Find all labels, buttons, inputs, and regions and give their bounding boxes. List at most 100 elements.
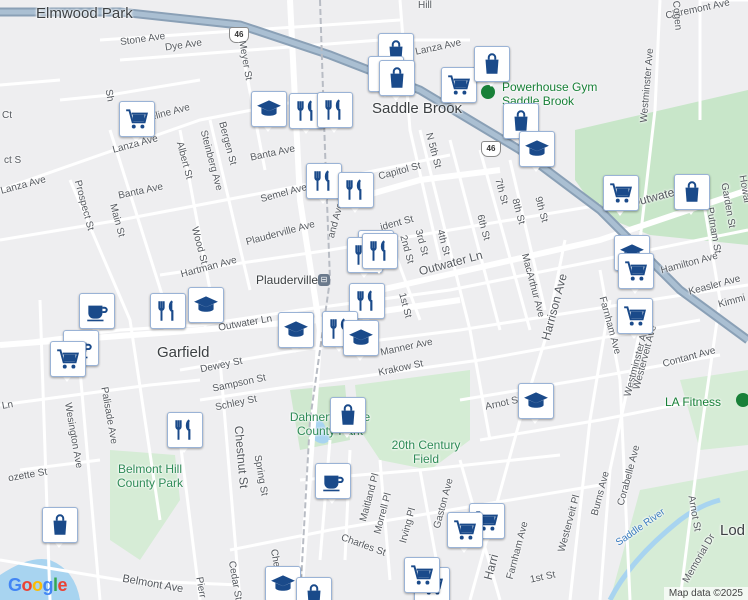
fork-knife-icon bbox=[155, 298, 181, 324]
pin-frame bbox=[50, 341, 86, 377]
shopping-bag-icon bbox=[335, 402, 361, 428]
fork-knife-icon bbox=[367, 238, 393, 264]
poi-pin-school[interactable] bbox=[188, 287, 224, 331]
poi-pin-shopping[interactable] bbox=[379, 60, 415, 104]
poi-pin-restaurant[interactable] bbox=[150, 293, 186, 337]
logo-text: Google bbox=[8, 575, 68, 595]
poi-pin-school[interactable] bbox=[519, 131, 555, 175]
graduation-cap-icon bbox=[283, 317, 309, 343]
poi-pin-restaurant[interactable] bbox=[317, 92, 353, 136]
pin-frame bbox=[617, 298, 653, 334]
shopping-cart-icon bbox=[409, 562, 435, 588]
graduation-cap-icon bbox=[348, 325, 374, 351]
pin-frame bbox=[379, 60, 415, 96]
graduation-cap-icon bbox=[193, 292, 219, 318]
shopping-cart-icon bbox=[55, 346, 81, 372]
poi-pin-school[interactable] bbox=[265, 566, 301, 600]
pin-frame bbox=[474, 46, 510, 82]
pin-frame bbox=[188, 287, 224, 323]
pin-frame bbox=[674, 174, 710, 210]
pin-frame bbox=[447, 512, 483, 548]
shopping-bag-icon bbox=[301, 582, 327, 600]
pin-frame bbox=[119, 101, 155, 137]
fork-knife-icon bbox=[354, 288, 380, 314]
fork-knife-icon bbox=[322, 97, 348, 123]
poi-pin-restaurant[interactable] bbox=[167, 412, 203, 456]
coffee-cup-icon bbox=[320, 468, 346, 494]
road-midland-ave bbox=[287, 0, 324, 600]
pin-frame bbox=[79, 293, 115, 329]
shopping-cart-icon bbox=[446, 72, 472, 98]
graduation-cap-icon bbox=[256, 96, 282, 122]
graduation-cap-icon bbox=[270, 571, 296, 597]
poi-pin-restaurant[interactable] bbox=[306, 163, 342, 207]
poi-pin-shopping[interactable] bbox=[42, 507, 78, 551]
pin-frame bbox=[296, 577, 332, 600]
pin-frame bbox=[317, 92, 353, 128]
pin-frame bbox=[338, 172, 374, 208]
poi-pin-shopping[interactable] bbox=[474, 46, 510, 90]
poi-pin-grocery[interactable] bbox=[618, 253, 654, 297]
shopping-cart-icon bbox=[124, 106, 150, 132]
route-46-shield: 46 bbox=[481, 141, 501, 157]
poi-pin-grocery[interactable] bbox=[119, 101, 155, 145]
poi-pin-shopping[interactable] bbox=[296, 577, 332, 600]
shopping-cart-icon bbox=[622, 303, 648, 329]
pin-frame bbox=[603, 175, 639, 211]
map-attribution[interactable]: Map data ©2025 bbox=[663, 587, 748, 600]
poi-pin-shopping[interactable] bbox=[674, 174, 710, 218]
map-canvas[interactable]: 46 46 Elmwood Park Saddle Brook Garfield… bbox=[0, 0, 748, 600]
pin-frame bbox=[362, 233, 398, 269]
street-label: Hill bbox=[418, 0, 432, 11]
poi-label-la-fitness[interactable]: LA Fitness bbox=[665, 395, 721, 409]
pin-frame bbox=[278, 312, 314, 348]
park-label-20th-century-field[interactable]: 20th Century Field bbox=[386, 438, 466, 466]
poi-pin-school[interactable] bbox=[251, 91, 287, 135]
train-station-icon[interactable]: ⊟ bbox=[318, 274, 330, 286]
poi-pin-grocery[interactable] bbox=[50, 341, 86, 385]
poi-pin-shopping[interactable] bbox=[330, 397, 366, 441]
street-label: ct S bbox=[4, 155, 22, 166]
shopping-cart-icon bbox=[623, 258, 649, 284]
pin-frame bbox=[404, 557, 440, 593]
town-label-lodi: Lod bbox=[720, 522, 746, 539]
poi-pin-school[interactable] bbox=[343, 320, 379, 364]
shopping-bag-icon bbox=[47, 512, 73, 538]
shopping-bag-icon bbox=[679, 179, 705, 205]
fork-knife-icon bbox=[311, 168, 337, 194]
poi-pin-grocery[interactable] bbox=[441, 67, 477, 111]
poi-pin-cafe[interactable] bbox=[315, 463, 351, 507]
google-logo: Google bbox=[8, 575, 68, 596]
town-label-elmwood-park: Elmwood Park bbox=[36, 5, 133, 22]
poi-pin-grocery[interactable] bbox=[447, 512, 483, 556]
street-label: Ct bbox=[2, 110, 12, 121]
poi-pin-school[interactable] bbox=[518, 383, 554, 427]
pin-frame bbox=[167, 412, 203, 448]
pin-frame bbox=[251, 91, 287, 127]
pin-frame bbox=[519, 131, 555, 167]
poi-pin-restaurant[interactable] bbox=[338, 172, 374, 216]
poi-pin-school[interactable] bbox=[278, 312, 314, 356]
poi-pin-grocery[interactable] bbox=[617, 298, 653, 342]
town-label-garfield: Garfield bbox=[157, 344, 210, 361]
pin-frame bbox=[441, 67, 477, 103]
park-label-belmont-hill[interactable]: Belmont Hill County Park bbox=[105, 462, 195, 490]
shopping-bag-icon bbox=[479, 51, 505, 77]
station-label-plauderville[interactable]: Plauderville bbox=[256, 273, 318, 287]
pin-frame bbox=[306, 163, 342, 199]
pin-frame bbox=[618, 253, 654, 289]
coffee-cup-icon bbox=[84, 298, 110, 324]
poi-pin-restaurant[interactable] bbox=[362, 233, 398, 277]
park-area-la-fitness bbox=[680, 370, 748, 450]
pin-frame bbox=[42, 507, 78, 543]
pin-frame bbox=[315, 463, 351, 499]
gym-marker-icon[interactable] bbox=[736, 393, 748, 407]
shopping-cart-icon bbox=[452, 517, 478, 543]
graduation-cap-icon bbox=[524, 136, 550, 162]
pin-frame bbox=[343, 320, 379, 356]
pin-frame bbox=[150, 293, 186, 329]
pin-frame bbox=[330, 397, 366, 433]
poi-pin-grocery[interactable] bbox=[603, 175, 639, 219]
fork-knife-icon bbox=[343, 177, 369, 203]
poi-pin-grocery[interactable] bbox=[404, 557, 440, 600]
